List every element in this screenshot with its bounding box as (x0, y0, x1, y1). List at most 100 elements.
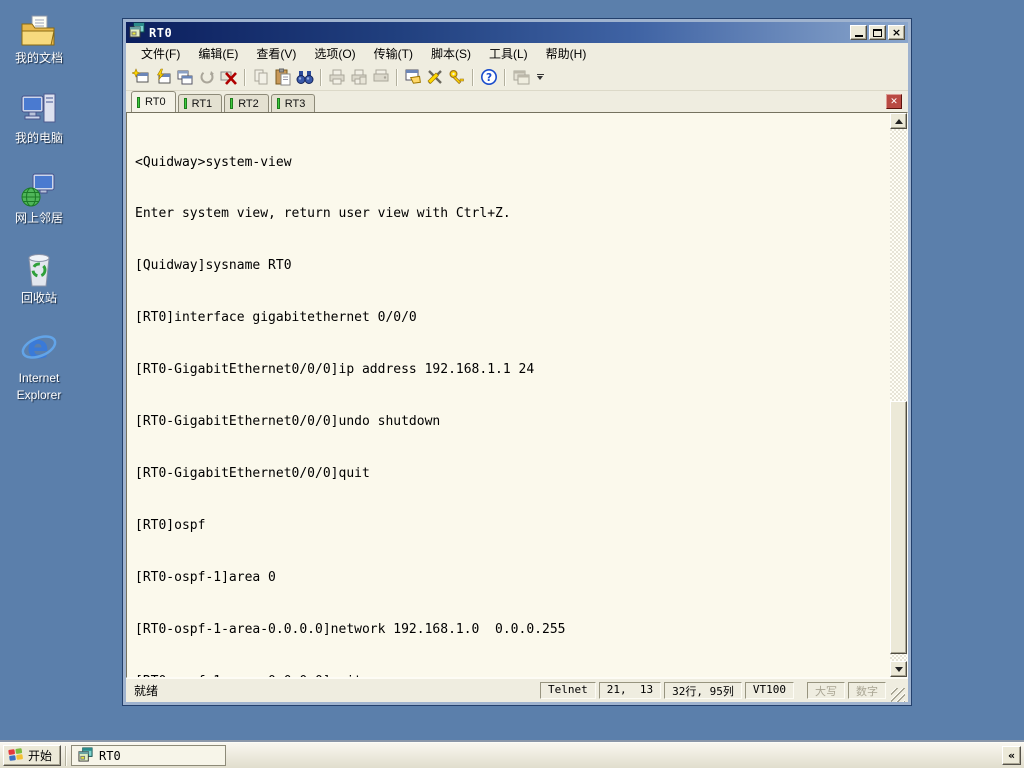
terminal-output[interactable]: <Quidway>system-view Enter system view, … (127, 113, 890, 677)
session-options-icon[interactable] (402, 67, 424, 88)
arrange-windows-icon (510, 67, 532, 88)
tab-close-button[interactable]: ✕ (886, 94, 902, 109)
toolbar-overflow-icon[interactable] (534, 69, 546, 85)
scrollbar-thumb[interactable] (890, 400, 907, 655)
tab-label: RT1 (191, 97, 213, 110)
terminal-line: [RT0-ospf-1]area 0 (135, 569, 276, 585)
tab-label: RT3 (284, 97, 306, 110)
window-title: RT0 (149, 25, 173, 40)
close-icon: × (891, 26, 902, 39)
desktop-icon-my-computer[interactable]: 我的电脑 (0, 88, 78, 168)
menu-script[interactable]: 脚本(S) (422, 43, 480, 64)
session-connected-icon (137, 96, 140, 108)
toolbar-separator (320, 68, 322, 86)
toolbar-separator (396, 68, 398, 86)
desktop-icon-recycle-bin[interactable]: 回收站 (0, 248, 78, 328)
svg-text:?: ? (486, 72, 492, 84)
terminal-line: <Quidway>system-view (135, 154, 292, 170)
terminal-line: [RT0]ospf (135, 517, 206, 533)
status-ready-text: 就绪 (134, 684, 159, 698)
taskbar-button-label: RT0 (99, 748, 121, 763)
overflow-bar (536, 74, 544, 75)
minimize-button[interactable] (850, 25, 867, 40)
status-emulation: VT100 (744, 682, 794, 699)
find-icon[interactable] (294, 67, 316, 88)
scroll-down-button[interactable] (890, 661, 907, 677)
tray-collapse-button[interactable]: « (1002, 746, 1021, 765)
minimize-icon (854, 35, 863, 37)
print-setup-icon (370, 67, 392, 88)
paste-icon[interactable] (272, 67, 294, 88)
status-terminal-size: 32行, 95列 (664, 682, 742, 699)
status-caps-indicator: 大写 (807, 682, 845, 699)
status-bar: 就绪 Telnet 21, 13 32行, 95列 VT100 大写 数字 (126, 678, 908, 702)
recycle-bin-icon (21, 248, 57, 288)
menu-bar: 文件(F) 编辑(E) 查看(V) 选项(O) 传输(T) 脚本(S) 工具(L… (126, 43, 908, 64)
keymap-icon[interactable] (446, 67, 468, 88)
tab-rt2[interactable]: RT2 (224, 94, 269, 112)
tab-label: RT2 (238, 97, 259, 110)
tab-rt3[interactable]: RT3 (270, 94, 316, 112)
terminal-line: [RT0-GigabitEthernet0/0/0]undo shutdown (135, 414, 441, 430)
menu-view[interactable]: 查看(V) (247, 43, 305, 64)
desktop-icon-my-documents[interactable]: 我的文档 (0, 8, 78, 88)
taskbar: 开始 RT0 « (0, 742, 1024, 768)
terminal-line: [RT0-GigabitEthernet0/0/0]quit (135, 465, 370, 481)
tab-rt1[interactable]: RT1 (177, 94, 223, 112)
disconnect-icon[interactable] (218, 67, 240, 88)
toolbar-separator (244, 68, 246, 86)
chevron-left-icon: « (1007, 749, 1016, 762)
toolbar-separator (472, 68, 474, 86)
svg-text:e: e (27, 328, 49, 366)
status-protocol: Telnet (540, 682, 596, 699)
tab-rt0[interactable]: RT0 (131, 91, 176, 112)
status-cursor-position: 21, 13 (598, 682, 662, 699)
toolbar: ? (126, 64, 908, 91)
vertical-scrollbar[interactable] (890, 113, 907, 677)
terminal-app-window: RT0 × 文件(F) 编辑(E) 查看(V) 选项(O) 传输(T) 脚本(S… (122, 18, 912, 706)
menu-edit[interactable]: 编辑(E) (189, 43, 247, 64)
resize-grip[interactable] (891, 688, 905, 702)
windows-logo-icon (8, 747, 24, 765)
desktop-icon-label: Explorer (16, 388, 62, 402)
start-button[interactable]: 开始 (3, 745, 62, 766)
desktop-icon-network-places[interactable]: 网上邻居 (0, 168, 78, 248)
quick-connect-icon[interactable] (130, 67, 152, 88)
taskbar-button-rt0[interactable]: RT0 (71, 745, 227, 766)
menu-help[interactable]: 帮助(H) (537, 43, 596, 64)
window-titlebar[interactable]: RT0 × (126, 22, 908, 43)
session-connected-icon (276, 98, 280, 109)
status-num-indicator: 数字 (848, 682, 886, 699)
menu-options[interactable]: 选项(O) (305, 43, 364, 64)
global-options-icon[interactable] (424, 67, 446, 88)
copy-icon (250, 67, 272, 88)
connect-in-tab-icon[interactable] (174, 67, 196, 88)
close-button[interactable]: × (888, 25, 905, 40)
terminal-line: [RT0-ospf-1-area-0.0.0.0]quit (135, 673, 888, 678)
menu-file[interactable]: 文件(F) (132, 43, 189, 64)
terminal-pane: <Quidway>system-view Enter system view, … (126, 112, 908, 678)
tab-label: RT0 (145, 96, 166, 108)
reconnect-icon (196, 67, 218, 88)
desktop-icon-label: 我的文档 (14, 51, 63, 65)
taskbar-separator (65, 745, 68, 766)
scroll-up-button[interactable] (890, 113, 907, 129)
menu-tools[interactable]: 工具(L) (480, 43, 537, 64)
maximize-button[interactable] (869, 25, 886, 40)
print-selection-icon (348, 67, 370, 88)
internet-explorer-icon: e (19, 328, 59, 368)
session-tabbar: RT0 RT1 RT2 RT3 ✕ (126, 91, 908, 112)
app-icon (78, 746, 93, 765)
desktop-icon-internet-explorer[interactable]: e Internet Explorer (0, 328, 78, 408)
help-icon[interactable]: ? (478, 67, 500, 88)
terminal-line: [RT0]interface gigabitethernet 0/0/0 (135, 310, 417, 326)
connect-icon[interactable] (152, 67, 174, 88)
desktop-icon-label: Internet (18, 371, 60, 385)
my-computer-icon (20, 88, 58, 128)
app-icon[interactable] (129, 22, 145, 43)
desktop-icon-label: 网上邻居 (14, 211, 63, 225)
terminal-line: Enter system view, return user view with… (135, 206, 511, 222)
print-icon (326, 67, 348, 88)
desktop-icon-label: 我的电脑 (14, 131, 63, 145)
menu-transfer[interactable]: 传输(T) (365, 43, 422, 64)
